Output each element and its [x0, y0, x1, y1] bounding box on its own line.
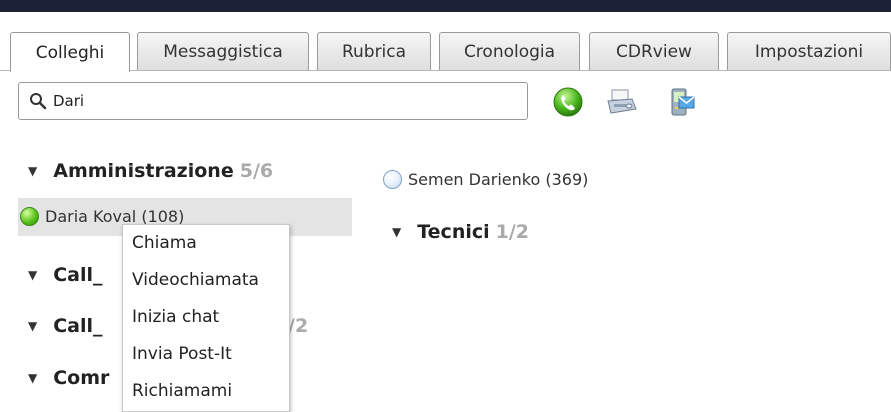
- tab-colleghi[interactable]: Colleghi: [10, 32, 130, 72]
- menu-item-inizia-chat[interactable]: Inizia chat: [123, 299, 289, 336]
- collapse-triangle-icon[interactable]: ▼: [28, 371, 37, 385]
- fax-icon[interactable]: [604, 84, 640, 120]
- group-amministrazione[interactable]: ▼ Amministrazione 5/6: [28, 160, 273, 182]
- search-input[interactable]: [51, 91, 495, 111]
- group-name: Tecnici: [417, 221, 490, 243]
- group-tecnici[interactable]: ▼ Tecnici 1/2: [392, 221, 529, 243]
- top-bar: [0, 0, 891, 12]
- tab-cronologia[interactable]: Cronologia: [439, 32, 580, 70]
- menu-item-chiama[interactable]: Chiama: [123, 225, 289, 262]
- group-name: Call_: [53, 264, 103, 286]
- menu-item-richiamami[interactable]: Richiamami: [123, 373, 289, 410]
- search-icon: [30, 93, 47, 110]
- tab-messaggistica[interactable]: Messaggistica: [137, 32, 309, 70]
- contact-semen-darienko[interactable]: Semen Darienko (369): [383, 170, 588, 189]
- collapse-triangle-icon[interactable]: ▼: [28, 164, 37, 178]
- status-online-icon: [20, 207, 39, 226]
- phone-call-icon[interactable]: [550, 84, 586, 120]
- collapse-triangle-icon[interactable]: ▼: [392, 225, 401, 239]
- group-count-partial: /2: [288, 315, 308, 337]
- group-count: 1/2: [495, 221, 530, 243]
- tab-bar: Colleghi Messaggistica Rubrica Cronologi…: [0, 12, 891, 72]
- group-name: Amministrazione: [53, 160, 234, 182]
- group-count: 5/6: [239, 160, 274, 182]
- group-name: Call_: [53, 315, 103, 337]
- group-count: /2: [288, 315, 309, 337]
- group-call-1[interactable]: ▼ Call_: [28, 264, 103, 286]
- tab-rubrica[interactable]: Rubrica: [317, 32, 431, 70]
- group-name: Comr: [53, 367, 110, 389]
- menu-item-videochiamata[interactable]: Videochiamata: [123, 262, 289, 299]
- contact-name: Semen Darienko (369): [408, 170, 589, 189]
- search-box[interactable]: [18, 82, 528, 120]
- group-comr[interactable]: ▼ Comr: [28, 367, 109, 389]
- status-offline-icon: [383, 170, 402, 189]
- sms-icon[interactable]: [664, 84, 700, 120]
- menu-item-invia-post-it[interactable]: Invia Post-It: [123, 336, 289, 373]
- collapse-triangle-icon[interactable]: ▼: [28, 268, 37, 282]
- context-menu: Chiama Videochiamata Inizia chat Invia P…: [122, 224, 290, 412]
- tab-cdrview[interactable]: CDRview: [589, 32, 719, 70]
- group-call-2[interactable]: ▼ Call_: [28, 315, 103, 337]
- tab-impostazioni[interactable]: Impostazioni: [727, 32, 891, 70]
- collapse-triangle-icon[interactable]: ▼: [28, 319, 37, 333]
